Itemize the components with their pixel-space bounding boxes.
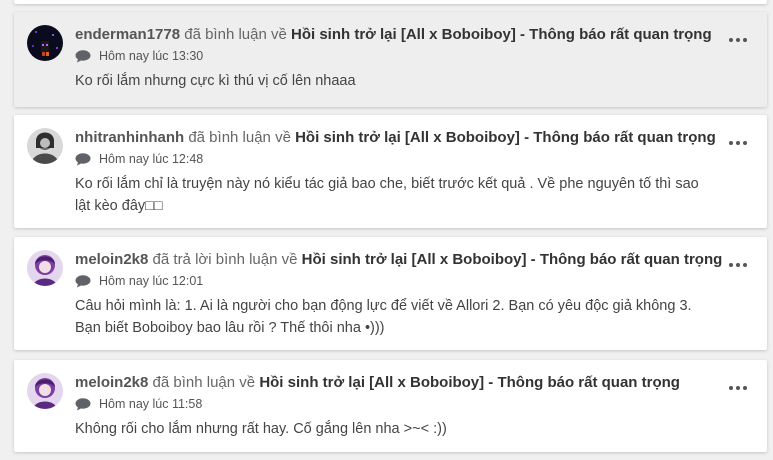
- more-options-icon[interactable]: [729, 139, 747, 147]
- action-text: đã trả lời bình luận về: [152, 251, 298, 268]
- story-title-link[interactable]: Hồi sinh trở lại [All x Boboiboy] - Thôn…: [291, 26, 712, 43]
- action-text: đã bình luận về: [152, 374, 256, 391]
- previous-card-edge: [14, 0, 767, 4]
- comment-text: Câu hỏi mình là: 1. Ai là người cho bạn …: [75, 298, 692, 336]
- more-options-icon[interactable]: [729, 36, 747, 44]
- avatar[interactable]: [27, 128, 63, 164]
- timestamp-row: Hôm nay lúc 11:58: [75, 397, 202, 411]
- timestamp: Hôm nay lúc 12:48: [99, 152, 204, 166]
- timestamp: Hôm nay lúc 12:01: [99, 274, 204, 288]
- notification-card[interactable]: nhitranhinhanh đã bình luận về Hồi sinh …: [14, 115, 767, 228]
- comment-text: Ko rối lắm nhưng cực kì thú vị cố lên nh…: [75, 73, 356, 89]
- avatar[interactable]: [27, 25, 63, 61]
- story-title-link[interactable]: Hồi sinh trở lại [All x Boboiboy] - Thôn…: [259, 374, 680, 391]
- notification-header: meloin2k8 đã trả lời bình luận về Hồi si…: [75, 251, 722, 269]
- username-link[interactable]: meloin2k8: [75, 251, 148, 268]
- speech-bubble-icon: [75, 274, 91, 288]
- notification-card[interactable]: meloin2k8 đã bình luận về Hồi sinh trở l…: [14, 360, 767, 452]
- username-link[interactable]: enderman1778: [75, 26, 180, 43]
- timestamp-row: Hôm nay lúc 13:30: [75, 49, 203, 63]
- speech-bubble-icon: [75, 397, 91, 411]
- timestamp-row: Hôm nay lúc 12:48: [75, 152, 203, 166]
- more-options-icon[interactable]: [729, 261, 747, 269]
- username-link[interactable]: meloin2k8: [75, 374, 148, 391]
- timestamp: Hôm nay lúc 11:58: [99, 397, 203, 411]
- timestamp: Hôm nay lúc 13:30: [99, 49, 204, 63]
- notification-header: nhitranhinhanh đã bình luận về Hồi sinh …: [75, 129, 716, 147]
- notification-header: enderman1778 đã bình luận về Hồi sinh tr…: [75, 26, 712, 44]
- action-text: đã bình luận về: [184, 26, 287, 43]
- notification-card[interactable]: meloin2k8 đã trả lời bình luận về Hồi si…: [14, 237, 767, 350]
- story-title-link[interactable]: Hồi sinh trở lại [All x Boboiboy] - Thôn…: [302, 251, 723, 268]
- speech-bubble-icon: [75, 49, 91, 63]
- more-options-icon[interactable]: [729, 384, 747, 392]
- comment-text: Ko rối lắm chỉ là truyện này nó kiểu tác…: [75, 176, 699, 214]
- notification-card[interactable]: enderman1778 đã bình luận về Hồi sinh tr…: [14, 12, 767, 107]
- speech-bubble-icon: [75, 152, 91, 166]
- timestamp-row: Hôm nay lúc 12:01: [75, 274, 203, 288]
- avatar[interactable]: [27, 250, 63, 286]
- comment-text: Không rối cho lắm nhưng rất hay. Cố gắng…: [75, 421, 447, 437]
- story-title-link[interactable]: Hồi sinh trở lại [All x Boboiboy] - Thôn…: [295, 129, 716, 146]
- avatar[interactable]: [27, 373, 63, 409]
- notification-header: meloin2k8 đã bình luận về Hồi sinh trở l…: [75, 374, 707, 392]
- username-link[interactable]: nhitranhinhanh: [75, 129, 184, 146]
- action-text: đã bình luận về: [188, 129, 291, 146]
